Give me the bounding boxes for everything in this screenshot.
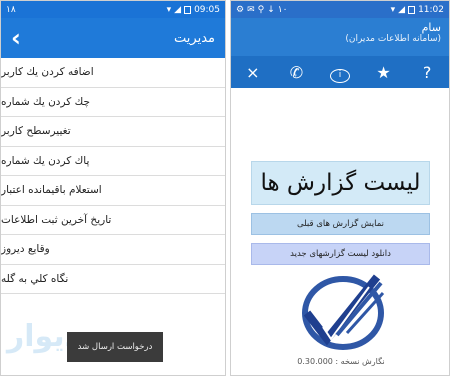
- show-previous-reports-button[interactable]: نمایش گزارش های قبلی: [251, 213, 430, 235]
- version-label: نگارش نسخه : 0.30.000: [297, 357, 385, 366]
- info-icon-glyph: i: [329, 68, 350, 83]
- app-logo-checkmark-icon: [302, 274, 385, 350]
- notification-icons: ⚙ ✉ ⚲ ↓ ۱۰: [236, 5, 287, 15]
- wifi-icon: ▾: [390, 4, 396, 15]
- menu-item-label: اضافه کردن یك کاربر: [1, 66, 94, 79]
- info-icon[interactable]: i: [329, 62, 350, 83]
- right-screen: ⚙ ✉ ⚲ ↓ ۱۰ ▾ ◢ 11:02 سام (سامانه اطلاعات…: [230, 0, 450, 376]
- back-arrow-icon[interactable]: ‹: [11, 26, 21, 50]
- menu-item-add-user[interactable]: اضافه کردن یك کاربر: [1, 58, 225, 88]
- battery-icon: [408, 5, 416, 14]
- close-icon[interactable]: ×: [243, 63, 263, 82]
- notification-count: ۱۰: [277, 4, 288, 15]
- reports-list-title: لیست گزارش ها: [251, 161, 430, 205]
- toolbar: × ✆ i ★ ?: [231, 56, 449, 88]
- status-icons: ▾ ◢ 11:02: [391, 5, 444, 15]
- menu-item-last-record-date[interactable]: تاریخ آخرین ثبت اطلاعات: [1, 206, 225, 235]
- usb-icon: ⚲: [257, 4, 265, 15]
- battery-icon: [184, 5, 192, 14]
- star-icon[interactable]: ★: [374, 63, 394, 82]
- menu-item-check-number[interactable]: چك کردن یك شماره: [1, 88, 225, 117]
- clock-time: 09:05: [194, 4, 220, 15]
- menu-item-label: پاك کردن یك شماره: [1, 154, 90, 167]
- menu-item-label: تاریخ آخرین ثبت اطلاعات: [1, 213, 112, 226]
- message-icon: ✉: [247, 4, 255, 15]
- menu-item-label: وقايع ديروز: [1, 243, 50, 256]
- menu-item-credit-balance[interactable]: استعلام باقیمانده اعتبار: [1, 176, 225, 206]
- app-header: سام (سامانه اطلاعات مدیران): [231, 18, 449, 56]
- menu-item-delete-number[interactable]: پاك کردن یك شماره: [1, 147, 225, 176]
- status-icons: ▾ ◢ 09:05: [167, 5, 220, 15]
- signal-icon: ◢: [174, 4, 182, 15]
- app-subtitle: (سامانه اطلاعات مدیران): [345, 34, 441, 44]
- phone-icon[interactable]: ✆: [286, 63, 306, 82]
- menu-item-label: نگاه كلي به گله: [1, 272, 69, 285]
- wifi-icon: ▾: [166, 4, 172, 15]
- download-icon: ↓: [267, 4, 275, 15]
- page-title: مديريت: [174, 30, 215, 46]
- status-bar: ۱۸ ▾ ◢ 09:05: [1, 1, 225, 18]
- help-icon[interactable]: ?: [417, 63, 437, 82]
- menu-item-change-level[interactable]: تغییرسطح کاربر: [1, 117, 225, 147]
- clock-time: 11:02: [418, 4, 444, 15]
- toast-message: درخواست ارسال شد: [67, 332, 163, 362]
- download-new-reports-button[interactable]: دانلود لیست گزارشهای جدید: [251, 243, 430, 265]
- menu-item-label: چك کردن یك شماره: [1, 95, 90, 108]
- app-bar: ‹ مديريت: [1, 18, 225, 58]
- signal-icon: ◢: [398, 4, 406, 15]
- menu-item-yesterday-events[interactable]: وقايع ديروز: [1, 235, 225, 265]
- status-bar: ⚙ ✉ ⚲ ↓ ۱۰ ▾ ◢ 11:02: [231, 1, 449, 18]
- app-title: سام: [421, 21, 441, 34]
- menu-item-label: تغییرسطح کاربر: [1, 125, 71, 138]
- notification-count: ۱۸: [6, 4, 16, 15]
- settings-icon: ⚙: [236, 4, 245, 15]
- menu-item-label: استعلام باقیمانده اعتبار: [1, 184, 102, 197]
- menu-item-herd-overview[interactable]: نگاه كلي به گله: [1, 265, 225, 294]
- management-menu: اضافه کردن یك کاربر چك کردن یك شماره تغی…: [1, 58, 225, 294]
- left-screen: ۱۸ ▾ ◢ 09:05 ‹ مديريت اضافه کردن یك کارب…: [0, 0, 226, 376]
